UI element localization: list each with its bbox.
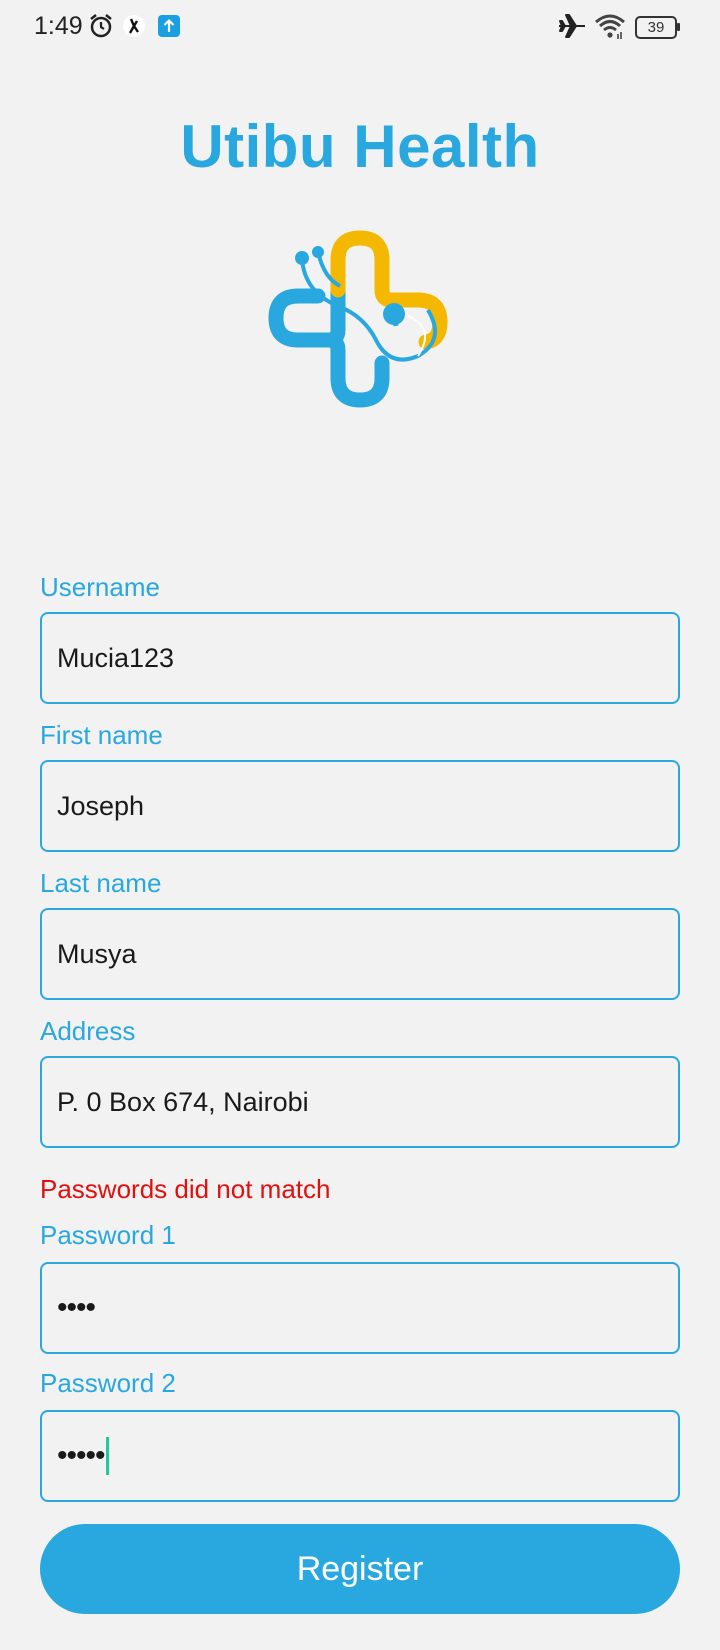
username-label: Username	[40, 572, 160, 602]
password1-label: Password 1	[40, 1220, 176, 1250]
password2-label: Password 2	[40, 1368, 176, 1398]
address-value: P. 0 Box 674, Nairobi	[57, 1086, 309, 1117]
app-title: Utibu Health	[180, 113, 540, 180]
address-label: Address	[40, 1016, 136, 1046]
register-button[interactable]: Register	[40, 1524, 680, 1614]
password-error-message: Passwords did not match	[40, 1174, 331, 1204]
username-field[interactable]: Mucia123	[40, 612, 680, 704]
status-time: 1:49	[34, 12, 83, 40]
alarm-icon	[90, 14, 112, 38]
utibu-health-logo	[268, 230, 448, 408]
password2-value: •••••	[57, 1439, 106, 1472]
app-notification-icon	[123, 15, 145, 37]
first-name-field[interactable]: Joseph	[40, 760, 680, 852]
text-cursor	[105, 1437, 109, 1475]
first-name-value: Joseph	[57, 790, 145, 821]
last-name-label: Last name	[40, 868, 162, 898]
username-value: Mucia123	[57, 642, 175, 673]
password2-field[interactable]: •••••	[40, 1410, 680, 1502]
airplane-mode-icon	[559, 14, 585, 38]
address-field[interactable]: P. 0 Box 674, Nairobi	[40, 1056, 680, 1148]
upload-icon	[158, 15, 180, 37]
password1-field[interactable]: ••••	[40, 1262, 680, 1354]
wifi-icon	[595, 14, 625, 39]
last-name-value: Musya	[57, 938, 137, 969]
password1-value: ••••	[57, 1291, 96, 1324]
status-bar: 1:49 39	[0, 0, 720, 54]
battery-level: 39	[647, 19, 665, 36]
last-name-field[interactable]: Musya	[40, 908, 680, 1000]
battery-icon: 39	[635, 16, 680, 39]
first-name-label: First name	[40, 720, 163, 750]
